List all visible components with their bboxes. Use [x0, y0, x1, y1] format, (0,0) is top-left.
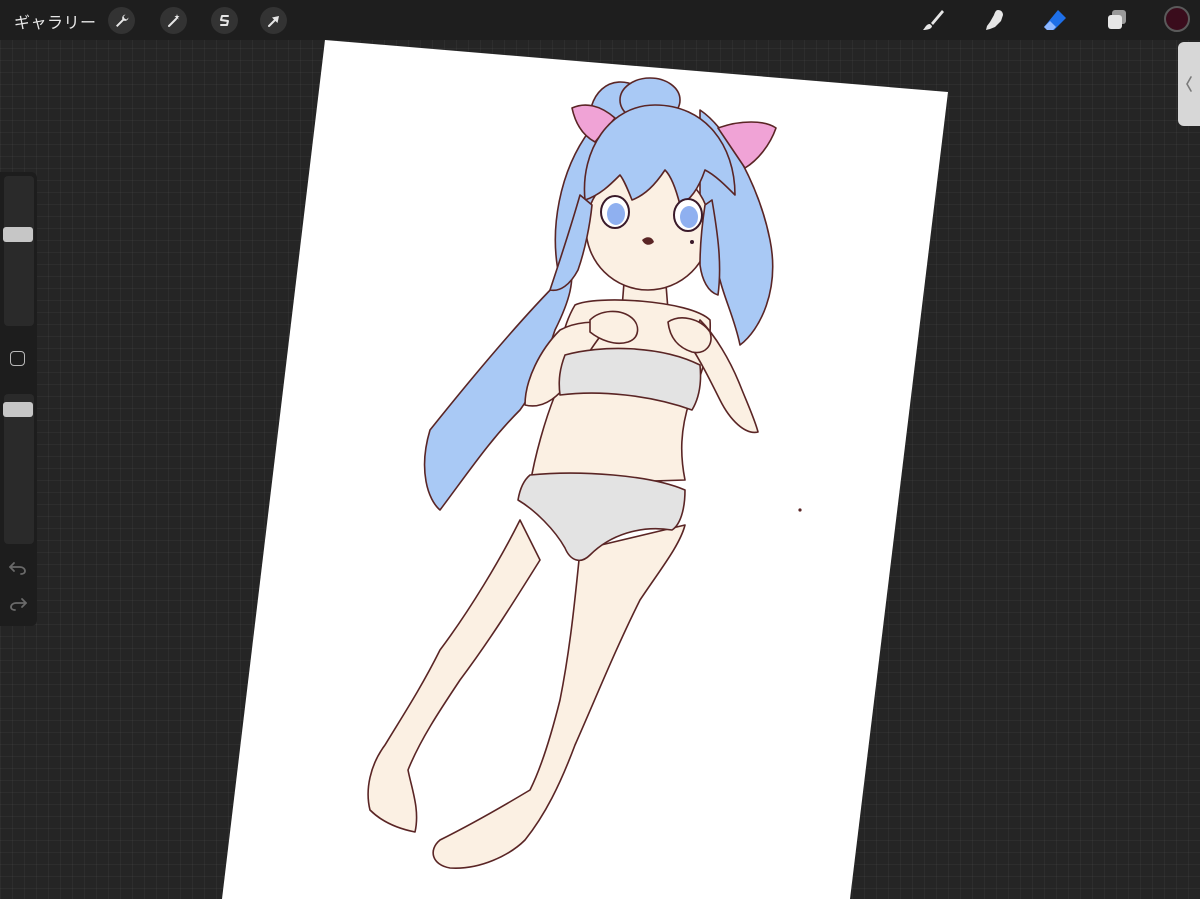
color-picker-swatch[interactable] — [1164, 6, 1190, 32]
iris-right — [680, 206, 698, 228]
beauty-mark — [690, 240, 694, 244]
actions-button[interactable] — [108, 7, 135, 34]
reference-panel-tab[interactable] — [1178, 42, 1200, 126]
arrow-cursor-icon — [267, 15, 279, 27]
smudge-finger-icon — [986, 10, 1003, 30]
brush-icon — [923, 10, 944, 30]
top-toolbar: ギャラリー — [0, 0, 1200, 40]
brush-size-thumb[interactable] — [3, 227, 33, 243]
left-sidebar — [0, 172, 37, 626]
modify-button[interactable] — [10, 351, 25, 366]
selection-s-icon — [219, 14, 229, 26]
redo-icon — [10, 598, 27, 611]
selection-button[interactable] — [211, 7, 238, 34]
opacity-thumb[interactable] — [3, 402, 33, 418]
magic-wand-icon — [167, 13, 179, 27]
drawing-canvas[interactable] — [0, 0, 1200, 899]
undo-button[interactable] — [8, 560, 28, 576]
brush-button[interactable] — [918, 5, 948, 35]
gallery-button[interactable]: ギャラリー — [14, 9, 97, 33]
wrench-icon — [115, 14, 128, 27]
adjustments-button[interactable] — [160, 7, 187, 34]
eraser-icon — [1044, 10, 1066, 30]
eraser-button[interactable] — [1040, 5, 1070, 35]
undo-icon — [9, 562, 26, 575]
layers-button[interactable] — [1102, 5, 1132, 35]
canvas-workspace[interactable]: ギャラリー — [0, 0, 1200, 899]
redo-button[interactable] — [8, 596, 28, 612]
layers-icon — [1108, 10, 1126, 29]
iris-left — [607, 203, 625, 225]
transform-button[interactable] — [260, 7, 287, 34]
smudge-button[interactable] — [979, 5, 1009, 35]
brush-size-slider[interactable] — [4, 176, 34, 326]
stray-dot — [798, 508, 802, 512]
chevron-left-icon — [1186, 76, 1192, 92]
